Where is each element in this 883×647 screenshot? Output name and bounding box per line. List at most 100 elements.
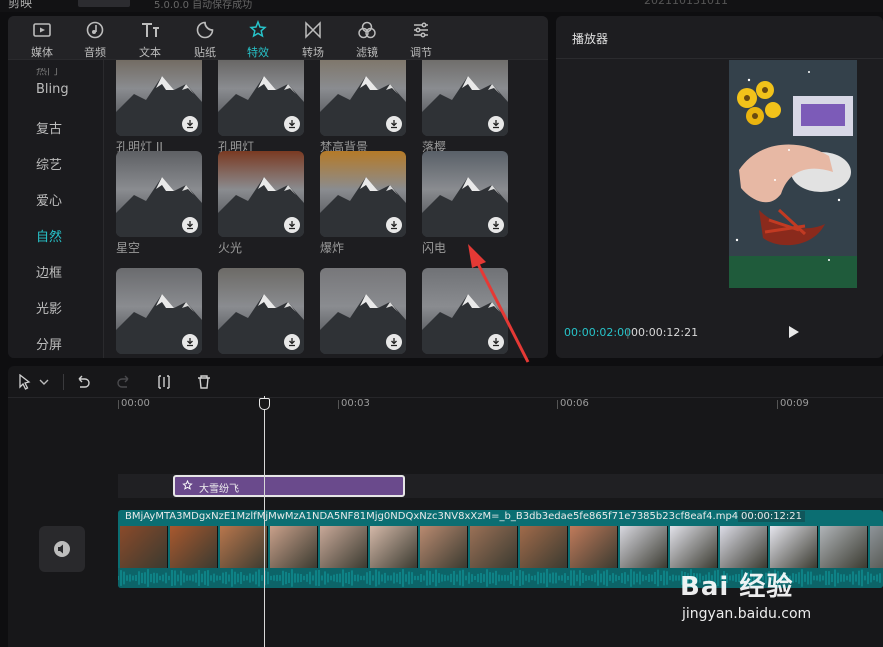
category-retro[interactable]: 复古	[36, 118, 62, 137]
video-frame	[870, 526, 883, 568]
category-partial[interactable]: 热门	[36, 68, 58, 78]
effect-card[interactable]: 孔明灯	[218, 60, 304, 156]
tab-effects[interactable]: 特效	[236, 19, 280, 59]
download-icon[interactable]	[488, 334, 504, 350]
tab-audio[interactable]: 音频	[73, 19, 117, 59]
divider	[63, 374, 64, 390]
tab-adjust[interactable]: 调节	[399, 19, 443, 59]
effect-name: 爆炸	[320, 241, 345, 255]
download-icon[interactable]	[182, 116, 198, 132]
effect-thumbnail[interactable]	[116, 60, 202, 136]
ruler-tick	[557, 400, 558, 409]
adjust-icon	[414, 22, 428, 38]
download-icon[interactable]	[386, 217, 402, 233]
effect-thumbnail[interactable]	[218, 151, 304, 237]
effect-thumbnail[interactable]	[218, 268, 304, 354]
playhead-handle[interactable]	[259, 398, 270, 410]
effect-card[interactable]: 星空	[116, 151, 202, 257]
effect-thumbnail[interactable]	[422, 268, 508, 354]
tab-media[interactable]: 媒体	[20, 19, 64, 59]
download-icon[interactable]	[284, 334, 300, 350]
select-cursor-icon[interactable]	[17, 374, 33, 390]
download-icon[interactable]	[284, 116, 300, 132]
effect-thumbnail[interactable]	[422, 60, 508, 136]
divider	[556, 58, 883, 59]
sticker-icon	[196, 21, 214, 39]
download-icon[interactable]	[488, 217, 504, 233]
ruler-tick	[338, 400, 339, 409]
effect-thumbnail[interactable]	[320, 268, 406, 354]
effect-card[interactable]: 爆炸	[320, 151, 406, 257]
effect-category-list: 热门 Bling 复古 综艺 爱心 自然 边框 光影 分屏	[8, 60, 104, 358]
tab-transitions[interactable]: 转场	[291, 19, 335, 59]
chevron-down-icon[interactable]	[38, 374, 50, 390]
tab-filters[interactable]: 滤镜	[345, 19, 389, 59]
video-duration: 00:00:12:21	[738, 511, 806, 522]
video-frame	[770, 526, 818, 568]
materials-panel: 媒体 音频 文本 贴纸 特效 转场 滤镜 调节 热门 Bling 复古 综艺 爱…	[8, 16, 548, 358]
video-frame	[570, 526, 618, 568]
video-frame	[370, 526, 418, 568]
effect-card[interactable]	[218, 268, 304, 358]
ruler-label: 00:00	[121, 398, 150, 409]
media-icon	[33, 23, 51, 37]
video-frame	[120, 526, 168, 568]
effect-clip[interactable]: 大雪纷飞	[173, 475, 405, 497]
category-split-screen[interactable]: 分屏	[36, 334, 62, 353]
tab-text[interactable]: 文本	[128, 19, 172, 59]
video-frame	[620, 526, 668, 568]
video-frame	[820, 526, 868, 568]
audio-icon	[86, 21, 104, 39]
category-love[interactable]: 爱心	[36, 190, 62, 209]
video-preview[interactable]	[729, 60, 857, 288]
effect-name: 闪电	[422, 241, 447, 255]
tab-stickers[interactable]: 贴纸	[183, 19, 227, 59]
video-frame	[170, 526, 218, 568]
video-frame	[420, 526, 468, 568]
mute-track-button[interactable]	[39, 526, 85, 572]
effect-name	[116, 356, 202, 358]
download-icon[interactable]	[386, 334, 402, 350]
app-name: 剪映	[8, 0, 33, 10]
effect-thumbnail[interactable]	[422, 151, 508, 237]
effect-thumbnail[interactable]	[320, 151, 406, 237]
category-light[interactable]: 光影	[36, 298, 62, 317]
materials-toolbar: 媒体 音频 文本 贴纸 特效 转场 滤镜 调节	[8, 16, 548, 60]
redo-icon[interactable]	[116, 374, 132, 390]
category-bling[interactable]: Bling	[36, 82, 69, 97]
effect-card[interactable]: 孔明灯 II	[116, 60, 202, 156]
effect-card[interactable]	[422, 268, 508, 358]
category-variety[interactable]: 综艺	[36, 154, 62, 173]
category-nature[interactable]: 自然	[36, 226, 62, 245]
menu-button[interactable]	[78, 0, 130, 7]
time-ruler[interactable]: 00:00 00:03 00:06 00:09	[8, 398, 883, 414]
video-frame	[720, 526, 768, 568]
player-panel: 播放器 00:00:02:00 | 00:00:12:21	[556, 16, 883, 358]
effect-card[interactable]: 闪电	[422, 151, 508, 257]
effect-card[interactable]	[116, 268, 202, 358]
effect-thumbnail[interactable]	[116, 268, 202, 354]
effect-card[interactable]	[320, 268, 406, 358]
category-border[interactable]: 边框	[36, 262, 62, 281]
download-icon[interactable]	[488, 116, 504, 132]
effect-thumbnail[interactable]	[116, 151, 202, 237]
speaker-icon	[54, 541, 70, 557]
effect-clip-label: 大雪纷飞	[199, 484, 239, 495]
delete-icon[interactable]	[196, 374, 212, 390]
effect-thumbnail[interactable]	[320, 60, 406, 136]
download-icon[interactable]	[284, 217, 300, 233]
play-icon[interactable]	[788, 325, 800, 339]
effect-card[interactable]: 梵高背景	[320, 60, 406, 156]
effect-card[interactable]: 火光	[218, 151, 304, 257]
playhead-line[interactable]	[264, 396, 265, 647]
download-icon[interactable]	[386, 116, 402, 132]
ruler-label: 00:09	[780, 398, 809, 409]
download-icon[interactable]	[182, 217, 198, 233]
effect-thumbnail[interactable]	[218, 60, 304, 136]
undo-icon[interactable]	[75, 374, 91, 390]
split-icon[interactable]	[156, 374, 172, 390]
ruler-tick	[118, 400, 119, 409]
download-icon[interactable]	[182, 334, 198, 350]
watermark-brand: Bai 经验	[680, 572, 794, 602]
effect-card[interactable]: 落樱	[422, 60, 508, 156]
